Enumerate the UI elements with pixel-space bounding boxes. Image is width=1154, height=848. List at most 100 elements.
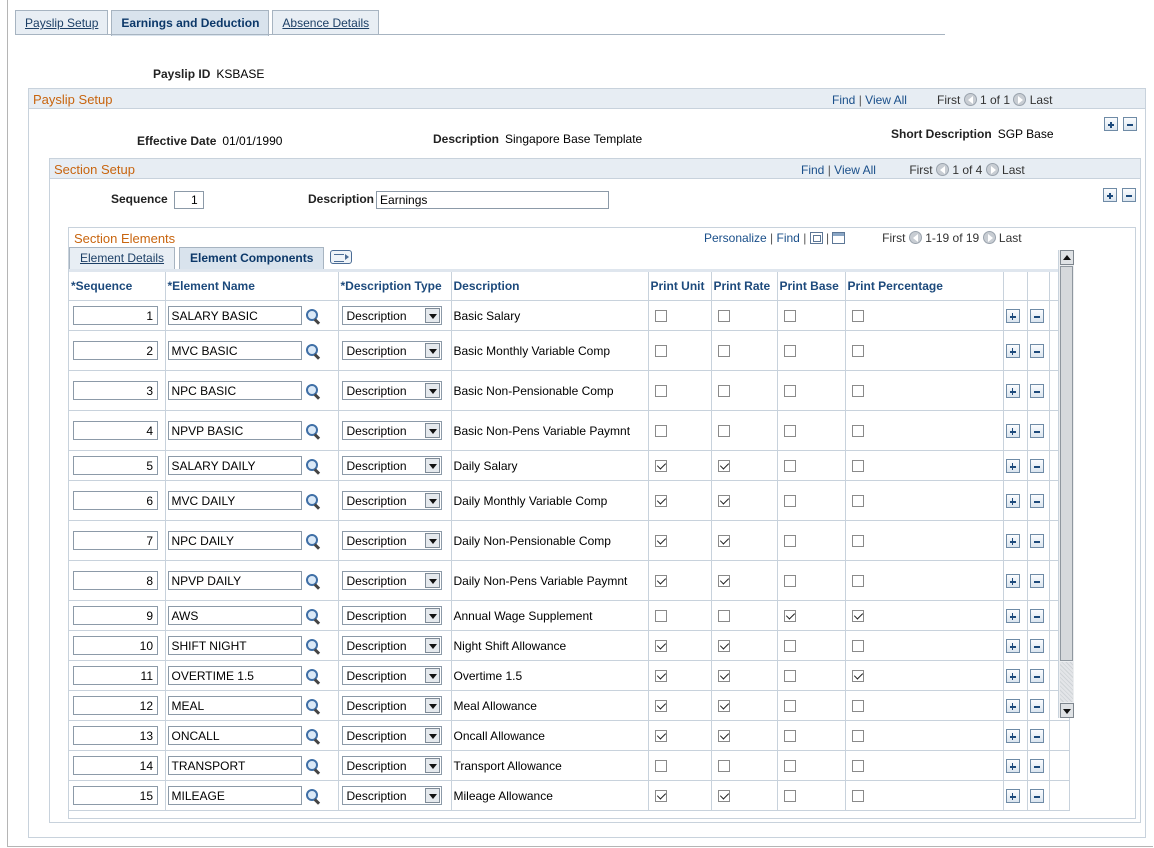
description-type-select[interactable]: Description	[341, 491, 442, 510]
print-unit-checkbox[interactable]	[654, 730, 667, 743]
lookup-icon[interactable]	[304, 788, 322, 804]
element-name-input[interactable]: MVC BASIC	[167, 341, 302, 360]
print-unit-checkbox[interactable]	[654, 425, 667, 438]
lookup-icon[interactable]	[304, 343, 322, 359]
print-base-checkbox[interactable]	[783, 610, 796, 623]
lookup-icon[interactable]	[304, 493, 322, 509]
description-type-select[interactable]: Description	[341, 696, 442, 715]
print-base-checkbox[interactable]	[783, 790, 796, 803]
print-base-checkbox[interactable]	[783, 670, 796, 683]
elements-find-link[interactable]: Find	[777, 231, 800, 245]
sequence-input[interactable]: 1	[73, 306, 158, 325]
print-base-checkbox[interactable]	[783, 345, 796, 358]
print-percentage-checkbox[interactable]	[851, 495, 864, 508]
scroll-thumb[interactable]	[1060, 266, 1073, 661]
add-row-button[interactable]	[1005, 423, 1020, 438]
delete-row-button[interactable]	[1029, 788, 1044, 803]
add-row-button[interactable]	[1005, 788, 1020, 803]
col-header-print-base[interactable]: Print Base	[777, 269, 846, 301]
add-row-button[interactable]	[1005, 698, 1020, 713]
print-unit-checkbox[interactable]	[654, 385, 667, 398]
print-rate-checkbox[interactable]	[717, 760, 730, 773]
add-row-button[interactable]	[1005, 383, 1020, 398]
delete-row-button[interactable]	[1029, 343, 1044, 358]
show-all-columns-icon[interactable]	[330, 250, 353, 264]
description-type-select[interactable]: Description	[341, 726, 442, 745]
col-header-element-name[interactable]: *Element Name	[165, 269, 339, 301]
lookup-icon[interactable]	[304, 573, 322, 589]
element-name-input[interactable]: SALARY BASIC	[167, 306, 302, 325]
tab-element-components[interactable]: Element Components	[179, 247, 325, 269]
print-base-checkbox[interactable]	[783, 535, 796, 548]
description-type-select[interactable]: Description	[341, 341, 442, 360]
sequence-input[interactable]: 11	[73, 666, 158, 685]
sequence-input[interactable]: 7	[73, 531, 158, 550]
lookup-icon[interactable]	[304, 383, 322, 399]
print-base-checkbox[interactable]	[783, 730, 796, 743]
lookup-icon[interactable]	[304, 308, 322, 324]
description-type-select[interactable]: Description	[341, 571, 442, 590]
chevron-down-icon[interactable]	[424, 758, 440, 773]
print-percentage-checkbox[interactable]	[851, 310, 864, 323]
delete-row-button[interactable]	[1029, 383, 1044, 398]
col-header-description-type[interactable]: *Description Type	[338, 269, 452, 301]
col-header-print-rate[interactable]: Print Rate	[711, 269, 778, 301]
payslip-find-link[interactable]: Find	[832, 93, 855, 107]
print-rate-checkbox[interactable]	[717, 730, 730, 743]
print-rate-checkbox[interactable]	[717, 460, 730, 473]
element-name-input[interactable]: MILEAGE	[167, 786, 302, 805]
delete-row-button[interactable]	[1029, 728, 1044, 743]
delete-section-button[interactable]	[1122, 188, 1136, 202]
sequence-input[interactable]: 13	[73, 726, 158, 745]
payslip-prev-icon[interactable]	[963, 93, 977, 106]
delete-row-button[interactable]	[1029, 758, 1044, 773]
element-name-input[interactable]: NPC BASIC	[167, 381, 302, 400]
delete-row-button[interactable]	[1029, 458, 1044, 473]
print-rate-checkbox[interactable]	[717, 425, 730, 438]
print-base-checkbox[interactable]	[783, 385, 796, 398]
chevron-down-icon[interactable]	[424, 493, 440, 508]
section-view-all-link[interactable]: View All	[834, 163, 876, 177]
delete-row-button[interactable]	[1029, 423, 1044, 438]
col-header-print-unit[interactable]: Print Unit	[648, 269, 712, 301]
lookup-icon[interactable]	[304, 533, 322, 549]
add-row-button[interactable]	[1005, 308, 1020, 323]
print-unit-checkbox[interactable]	[654, 460, 667, 473]
col-header-print-percentage[interactable]: Print Percentage	[845, 269, 1004, 301]
description-type-select[interactable]: Description	[341, 456, 442, 475]
elements-next-icon[interactable]	[982, 231, 996, 244]
delete-row-button[interactable]	[1029, 668, 1044, 683]
tab-element-details[interactable]: Element Details	[69, 247, 176, 269]
print-unit-checkbox[interactable]	[654, 790, 667, 803]
print-base-checkbox[interactable]	[783, 700, 796, 713]
payslip-next-icon[interactable]	[1013, 93, 1027, 106]
print-base-checkbox[interactable]	[783, 640, 796, 653]
new-window-icon[interactable]	[809, 232, 823, 244]
description-type-select[interactable]: Description	[341, 381, 442, 400]
section-next-icon[interactable]	[985, 163, 999, 176]
add-row-button[interactable]	[1005, 758, 1020, 773]
element-name-input[interactable]: NPVP DAILY	[167, 571, 302, 590]
sequence-input[interactable]: 6	[73, 491, 158, 510]
delete-row-button[interactable]	[1029, 608, 1044, 623]
print-percentage-checkbox[interactable]	[851, 345, 864, 358]
grid-vertical-scrollbar[interactable]	[1058, 250, 1074, 718]
lookup-icon[interactable]	[304, 758, 322, 774]
print-percentage-checkbox[interactable]	[851, 535, 864, 548]
sequence-input[interactable]: 2	[73, 341, 158, 360]
sequence-input[interactable]: 10	[73, 636, 158, 655]
print-base-checkbox[interactable]	[783, 575, 796, 588]
add-row-button[interactable]	[1005, 608, 1020, 623]
sequence-input[interactable]: 15	[73, 786, 158, 805]
print-base-checkbox[interactable]	[783, 425, 796, 438]
payslip-view-all-link[interactable]: View All	[865, 93, 907, 107]
print-percentage-checkbox[interactable]	[851, 460, 864, 473]
print-rate-checkbox[interactable]	[717, 535, 730, 548]
chevron-down-icon[interactable]	[424, 608, 440, 623]
lookup-icon[interactable]	[304, 423, 322, 439]
description-type-select[interactable]: Description	[341, 606, 442, 625]
chevron-down-icon[interactable]	[424, 728, 440, 743]
delete-row-button[interactable]	[1029, 638, 1044, 653]
sequence-input[interactable]: 12	[73, 696, 158, 715]
print-percentage-checkbox[interactable]	[851, 385, 864, 398]
